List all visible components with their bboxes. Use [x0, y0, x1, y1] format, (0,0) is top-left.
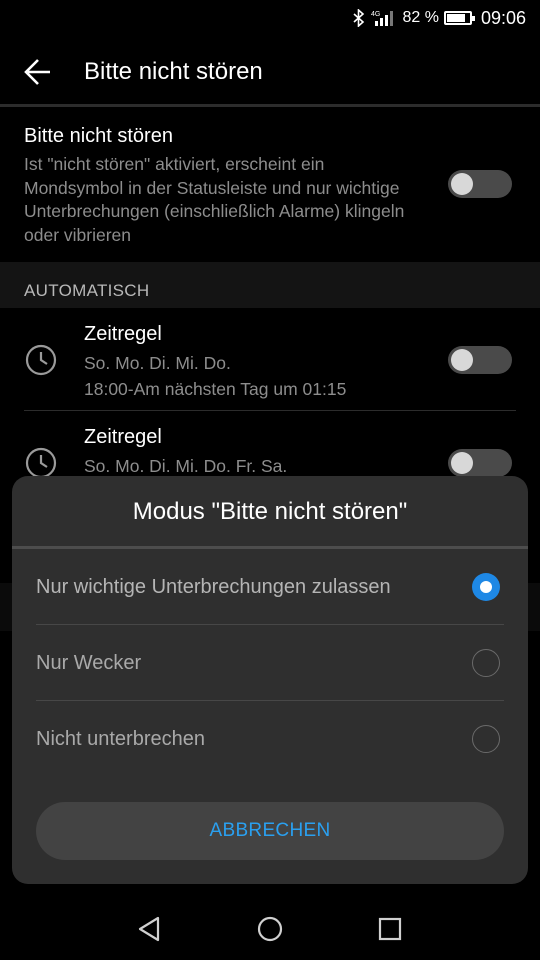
dialog-title: Modus "Bitte nicht stören": [132, 498, 408, 525]
clock-icon: [25, 447, 57, 479]
option-label: Nur Wecker: [36, 652, 142, 674]
time-rule-row[interactable]: Zeitregel So. Mo. Di. Mi. Do. 18:00-Am n…: [0, 309, 540, 411]
home-circle-icon[interactable]: [255, 914, 285, 944]
svg-text:4G: 4G: [371, 11, 380, 18]
option-label: Nur wichtige Unterbrechungen zulassen: [36, 576, 391, 598]
clock-time: 09:06: [480, 7, 526, 28]
navigation-bar: [0, 896, 540, 960]
radio-selected-icon[interactable]: [472, 573, 500, 601]
row-divider: [24, 410, 516, 411]
app-bar: Bitte nicht stören: [0, 36, 540, 106]
option-label: Nicht unterbrechen: [36, 728, 205, 750]
status-bar: 4G 82 % 09:06: [0, 0, 540, 36]
battery-percent: 82 %: [402, 9, 439, 26]
dnd-title: Bitte nicht stören: [24, 125, 173, 147]
status-icons: 4G 82 % 09:06: [352, 6, 526, 30]
dnd-setting-row[interactable]: Bitte nicht stören Ist "nicht stören" ak…: [0, 107, 540, 262]
toggle-knob: [451, 452, 473, 474]
rule-days: So. Mo. Di. Mi. Do. Fr. Sa.: [84, 456, 288, 476]
battery-level: [446, 14, 465, 22]
rule-title: Zeitregel: [84, 323, 162, 345]
toggle-knob: [451, 349, 473, 371]
rule-title: Zeitregel: [84, 426, 162, 448]
toggle-knob: [451, 173, 473, 195]
battery-icon: [443, 11, 475, 25]
radio-unselected-icon[interactable]: [472, 649, 500, 677]
cancel-button[interactable]: ABBRECHEN: [36, 802, 504, 860]
option-alarms-only[interactable]: Nur Wecker: [36, 625, 504, 701]
rule-days: So. Mo. Di. Mi. Do.: [84, 353, 231, 373]
signal-icon: 4G: [371, 11, 394, 26]
arrow-left-icon: [24, 59, 50, 85]
recents-square-icon[interactable]: [375, 914, 405, 944]
section-header-automatic: AUTOMATISCH: [0, 262, 540, 308]
dnd-mode-dialog: Modus "Bitte nicht stören" Nur wichtige …: [12, 476, 528, 884]
dnd-toggle[interactable]: [448, 170, 512, 198]
page-title: Bitte nicht stören: [84, 58, 263, 85]
rule-toggle[interactable]: [448, 449, 512, 477]
back-button[interactable]: [20, 54, 60, 90]
clock-icon: [25, 344, 57, 376]
bluetooth-icon: [353, 9, 365, 27]
dnd-description: Ist "nicht stören" aktiviert, erscheint …: [24, 154, 405, 245]
radio-unselected-icon[interactable]: [472, 725, 500, 753]
rule-toggle[interactable]: [448, 346, 512, 374]
rule-time: 18:00-Am nächsten Tag um 01:15: [84, 379, 347, 399]
option-priority-only[interactable]: Nur wichtige Unterbrechungen zulassen: [36, 549, 504, 625]
back-triangle-icon[interactable]: [135, 914, 165, 944]
section-header-label: AUTOMATISCH: [24, 281, 150, 300]
option-total-silence[interactable]: Nicht unterbrechen: [36, 701, 504, 777]
